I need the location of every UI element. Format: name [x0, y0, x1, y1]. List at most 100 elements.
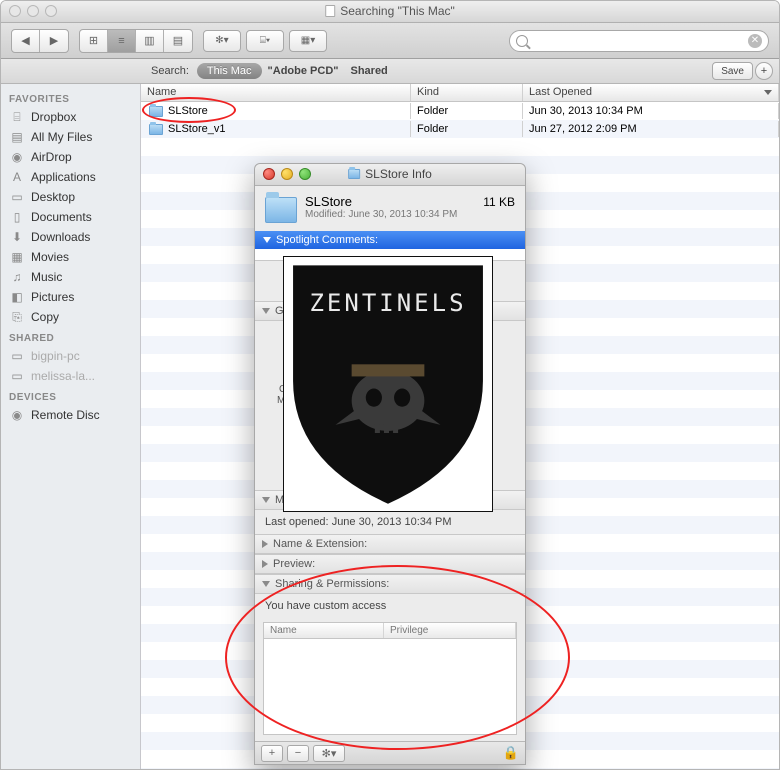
apps-icon: A: [9, 170, 25, 184]
sidebar-item-downloads[interactable]: ⬇Downloads: [1, 227, 140, 247]
sidebar-item-remotedisc[interactable]: ◉Remote Disc: [1, 405, 140, 425]
pictures-icon: ◧: [9, 290, 25, 304]
permissions-table: Name Privilege: [263, 622, 517, 735]
info-size: 11 KB: [483, 195, 515, 209]
action-menu[interactable]: ✻▾: [203, 30, 241, 52]
sidebar-item-allmyfiles[interactable]: ▤All My Files: [1, 127, 140, 147]
section-name-ext[interactable]: Name & Extension:: [255, 534, 525, 554]
sidebar-item-copy[interactable]: ⎘Copy: [1, 307, 140, 327]
disc-icon: ◉: [9, 408, 25, 422]
save-search-button[interactable]: Save: [712, 62, 753, 80]
view-coverflow[interactable]: ▤: [164, 30, 192, 52]
col-opened[interactable]: Last Opened: [523, 84, 779, 101]
disclosure-closed-icon: [262, 560, 268, 568]
sidebar: FAVORITES ⌸Dropbox ▤All My Files ◉AirDro…: [1, 84, 141, 770]
disclosure-open-icon: [262, 497, 270, 503]
airdrop-icon: ◉: [9, 150, 25, 164]
search-scope-bar: Search: This Mac "Adobe PCD" Shared Save…: [1, 59, 779, 84]
search-box[interactable]: ✕: [509, 30, 769, 52]
zoom-icon[interactable]: [45, 5, 57, 17]
close-icon[interactable]: [263, 168, 275, 180]
info-footer: + − ✻▾ 🔒: [255, 741, 525, 764]
close-icon[interactable]: [9, 5, 21, 17]
titlebar: Searching "This Mac": [1, 1, 779, 23]
view-switcher[interactable]: ⊞ ≡ ▥ ▤: [79, 29, 193, 53]
arrange-menu[interactable]: ▦▾: [289, 30, 327, 52]
search-input[interactable]: [532, 35, 748, 47]
clear-search-button[interactable]: ✕: [748, 34, 762, 48]
view-icon-grid[interactable]: ⊞: [80, 30, 108, 52]
window-title-text: Searching "This Mac": [340, 4, 455, 18]
more-info-body: Last opened: June 30, 2013 10:34 PM: [255, 510, 525, 534]
movies-icon: ▦: [9, 250, 25, 264]
disclosure-closed-icon: [262, 540, 268, 548]
window-title: Searching "This Mac": [325, 4, 455, 18]
info-titlebar: SLStore Info: [255, 164, 525, 186]
section-spotlight[interactable]: Spotlight Comments:: [255, 231, 525, 249]
action-menu-button[interactable]: ✻▾: [313, 745, 345, 762]
sidebar-item-desktop[interactable]: ▭Desktop: [1, 187, 140, 207]
disclosure-open-icon: [262, 581, 270, 587]
forward-button[interactable]: ▶: [40, 30, 68, 52]
toolbar: ◀ ▶ ⊞ ≡ ▥ ▤ ✻▾ ⌸▾ ▦▾ ✕: [1, 23, 779, 59]
sidebar-item-applications[interactable]: AApplications: [1, 167, 140, 187]
lock-icon[interactable]: 🔒: [503, 745, 519, 761]
folder-icon: [348, 169, 360, 179]
doc-icon: [325, 5, 335, 17]
dropbox-icon: ⌸: [9, 110, 25, 124]
sidebar-head-favorites: FAVORITES: [1, 88, 140, 107]
view-list[interactable]: ≡: [108, 30, 136, 52]
image-preview-overlay: ZENTINELS: [283, 256, 493, 512]
nav-back-forward[interactable]: ◀ ▶: [11, 29, 69, 53]
folder-icon: [149, 106, 163, 117]
disclosure-open-icon: [263, 237, 271, 243]
scope-this-mac[interactable]: This Mac: [197, 63, 262, 79]
scope-folder[interactable]: "Adobe PCD": [268, 65, 339, 77]
info-header: SLStore Modified: June 30, 2013 10:34 PM…: [255, 186, 525, 231]
minimize-icon[interactable]: [281, 168, 293, 180]
sidebar-item-shared-2[interactable]: ▭melissa-la...: [1, 366, 140, 386]
perm-col-privilege: Privilege: [384, 623, 516, 638]
back-button[interactable]: ◀: [12, 30, 40, 52]
sidebar-item-documents[interactable]: ▯Documents: [1, 207, 140, 227]
info-window-title: SLStore Info: [348, 167, 432, 181]
scope-shared[interactable]: Shared: [350, 65, 387, 77]
permissions-access-text: You have custom access: [255, 594, 525, 618]
sidebar-item-music[interactable]: ♫Music: [1, 267, 140, 287]
folder-icon: [265, 197, 297, 223]
desktop-icon: ▭: [9, 190, 25, 204]
sidebar-item-pictures[interactable]: ◧Pictures: [1, 287, 140, 307]
add-criteria-button[interactable]: +: [755, 62, 773, 80]
minimize-icon[interactable]: [27, 5, 39, 17]
view-columns[interactable]: ▥: [136, 30, 164, 52]
section-sharing-permissions[interactable]: Sharing & Permissions:: [255, 574, 525, 594]
zoom-icon[interactable]: [299, 168, 311, 180]
computer-icon: ▭: [9, 369, 25, 383]
sidebar-head-shared: SHARED: [1, 327, 140, 346]
list-row[interactable]: SLStore Folder Jun 30, 2013 10:34 PM: [141, 102, 779, 120]
info-traffic-lights: [263, 168, 311, 180]
col-name[interactable]: Name: [141, 84, 411, 101]
permissions-header: Name Privilege: [264, 623, 516, 639]
music-icon: ♫: [9, 270, 25, 284]
info-modified: Modified: June 30, 2013 10:34 PM: [305, 209, 515, 220]
sidebar-item-dropbox[interactable]: ⌸Dropbox: [1, 107, 140, 127]
sort-indicator-icon: [764, 90, 772, 95]
remove-user-button[interactable]: −: [287, 745, 309, 762]
downloads-icon: ⬇: [9, 230, 25, 244]
section-preview[interactable]: Preview:: [255, 554, 525, 574]
disclosure-open-icon: [262, 308, 270, 314]
list-row[interactable]: SLStore_v1 Folder Jun 27, 2012 2:09 PM: [141, 120, 779, 138]
computer-icon: ▭: [9, 349, 25, 363]
documents-icon: ▯: [9, 210, 25, 224]
sidebar-item-airdrop[interactable]: ◉AirDrop: [1, 147, 140, 167]
logo-image: ZENTINELS: [287, 259, 489, 507]
sidebar-head-devices: DEVICES: [1, 386, 140, 405]
sidebar-item-shared-1[interactable]: ▭bigpin-pc: [1, 346, 140, 366]
search-icon: [516, 35, 528, 47]
col-kind[interactable]: Kind: [411, 84, 523, 101]
add-user-button[interactable]: +: [261, 745, 283, 762]
perm-col-name: Name: [264, 623, 384, 638]
sidebar-item-movies[interactable]: ▦Movies: [1, 247, 140, 267]
dropbox-menu[interactable]: ⌸▾: [246, 30, 284, 52]
